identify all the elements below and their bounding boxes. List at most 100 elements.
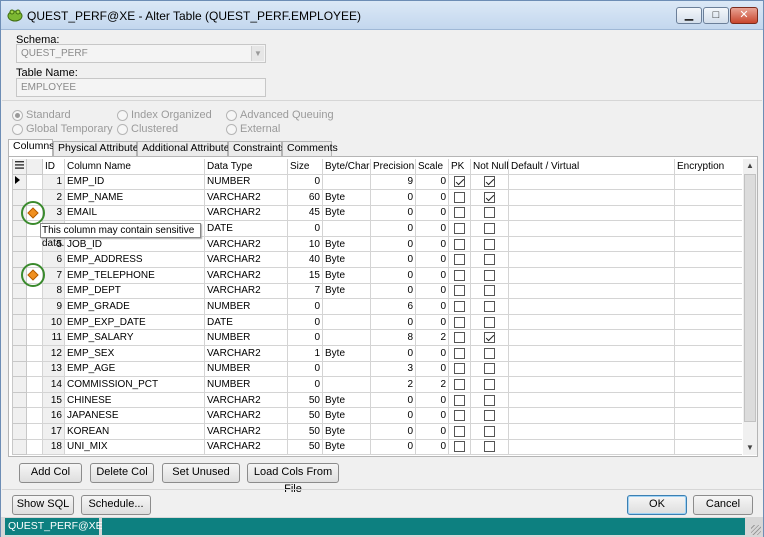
cell-column-name[interactable]: UNI_MIX	[64, 438, 205, 455]
cell-precision[interactable]: 0	[370, 423, 416, 440]
table-row[interactable]: 5JOB_IDVARCHAR210Byte00	[12, 235, 742, 253]
cell-encryption[interactable]	[674, 267, 742, 284]
cell-size[interactable]: 0	[287, 329, 323, 347]
cell-precision[interactable]: 6	[370, 298, 416, 315]
cell-column-name[interactable]: EMP_DEPT	[64, 282, 205, 300]
cell-byte-char[interactable]	[322, 329, 371, 347]
cell-default-virtual[interactable]	[508, 235, 675, 253]
pk-checkbox[interactable]	[454, 176, 465, 188]
cell-data-type[interactable]: VARCHAR2	[204, 438, 288, 455]
cell-id[interactable]: 17	[42, 423, 65, 440]
cell-id[interactable]: 14	[42, 376, 65, 393]
cell-default-virtual[interactable]	[508, 360, 675, 378]
row-indicator[interactable]	[12, 360, 27, 378]
cell-precision[interactable]: 2	[370, 376, 416, 393]
grid-menu-icon[interactable]	[12, 159, 27, 175]
cell-column-name[interactable]: EMP_TELEPHONE	[64, 267, 205, 284]
cell-precision[interactable]: 0	[370, 267, 416, 284]
cell-column-name[interactable]: JOB_ID	[64, 235, 205, 253]
cell-id[interactable]: 10	[42, 313, 65, 331]
cell-precision[interactable]: 0	[370, 189, 416, 206]
header-id[interactable]: ID	[42, 159, 65, 175]
cell-column-name[interactable]: EMP_GRADE	[64, 298, 205, 315]
header-encryption[interactable]: Encryption	[674, 159, 742, 175]
cell-byte-char[interactable]: Byte	[322, 423, 371, 440]
cell-byte-char[interactable]: Byte	[322, 438, 371, 455]
not-null-checkbox[interactable]	[484, 254, 495, 266]
cell-size[interactable]: 10	[287, 235, 323, 253]
cell-default-virtual[interactable]	[508, 391, 675, 409]
cell-id[interactable]: 16	[42, 407, 65, 424]
cell-default-virtual[interactable]	[508, 251, 675, 269]
cell-precision[interactable]: 0	[370, 220, 416, 237]
cell-id[interactable]: 13	[42, 360, 65, 378]
cell-column-name[interactable]: EMP_EXP_DATE	[64, 313, 205, 331]
cell-precision[interactable]: 0	[370, 313, 416, 331]
cell-data-type[interactable]: VARCHAR2	[204, 423, 288, 440]
cell-precision[interactable]: 9	[370, 173, 416, 191]
cell-precision[interactable]: 0	[370, 251, 416, 269]
cell-encryption[interactable]	[674, 391, 742, 409]
cell-size[interactable]: 0	[287, 298, 323, 315]
cell-encryption[interactable]	[674, 189, 742, 206]
cell-scale[interactable]: 0	[415, 360, 449, 378]
cell-data-type[interactable]: VARCHAR2	[204, 345, 288, 362]
cell-byte-char[interactable]	[322, 360, 371, 378]
pk-checkbox[interactable]	[454, 410, 465, 422]
table-row[interactable]: 9 EMP_GRADE NUMBER 0 6 0	[12, 298, 742, 315]
cell-size[interactable]: 0	[287, 376, 323, 393]
cell-default-virtual[interactable]	[508, 407, 675, 424]
schema-combo[interactable]: QUEST_PERF ▼	[16, 44, 266, 63]
cell-column-name[interactable]: EMP_SEX	[64, 345, 205, 362]
not-null-checkbox[interactable]	[484, 332, 495, 344]
table-row[interactable]: 7 EMP_TELEPHONE VARCHAR2 15 Byte 0 0	[12, 267, 742, 284]
cell-encryption[interactable]	[674, 282, 742, 300]
cell-precision[interactable]: 0	[370, 204, 416, 222]
cell-default-virtual[interactable]	[508, 298, 675, 315]
pk-checkbox[interactable]	[454, 363, 465, 375]
cell-scale[interactable]: 2	[415, 329, 449, 347]
cell-data-type[interactable]: NUMBER	[204, 329, 288, 347]
table-row[interactable]: 14 COMMISSION_PCT NUMBER 0 2 2	[12, 376, 742, 393]
cell-data-type[interactable]: VARCHAR2	[204, 235, 288, 253]
cell-default-virtual[interactable]	[508, 345, 675, 362]
cell-scale[interactable]: 0	[415, 407, 449, 424]
sensitive-data-icon[interactable]	[21, 263, 45, 287]
cell-encryption[interactable]	[674, 329, 742, 347]
pk-checkbox[interactable]	[454, 332, 465, 344]
table-row[interactable]: 18 UNI_MIX VARCHAR2 50 Byte 0 0	[12, 438, 742, 455]
schedule-button[interactable]: Schedule...	[81, 495, 151, 515]
cell-column-name[interactable]: EMP_NAME	[64, 189, 205, 206]
cell-byte-char[interactable]: Byte	[322, 345, 371, 362]
not-null-checkbox[interactable]	[484, 176, 495, 188]
table-row[interactable]: 10 EMP_EXP_DATE DATE 0 0 0	[12, 313, 742, 331]
cell-default-virtual[interactable]	[508, 438, 675, 455]
cell-encryption[interactable]	[674, 220, 742, 237]
cell-encryption[interactable]	[674, 360, 742, 378]
row-indicator[interactable]	[12, 173, 27, 191]
scroll-down-icon[interactable]: ▼	[743, 441, 757, 455]
not-null-checkbox[interactable]	[484, 207, 495, 219]
not-null-checkbox[interactable]	[484, 316, 495, 328]
cell-id[interactable]: 6	[42, 251, 65, 269]
cell-encryption[interactable]	[674, 173, 742, 191]
cell-default-virtual[interactable]	[508, 423, 675, 440]
cell-scale[interactable]: 0	[415, 313, 449, 331]
pk-checkbox[interactable]	[454, 191, 465, 203]
cell-data-type[interactable]: NUMBER	[204, 298, 288, 315]
cell-precision[interactable]: 0	[370, 438, 416, 455]
cell-column-name[interactable]: EMP_AGE	[64, 360, 205, 378]
cell-column-name[interactable]: COMMISSION_PCT	[64, 376, 205, 393]
ok-button[interactable]: OK	[627, 495, 687, 515]
cell-size[interactable]: 50	[287, 407, 323, 424]
table-row[interactable]: 8 EMP_DEPT VARCHAR2 7 Byte 0 0	[12, 282, 742, 300]
tab-additional-attributes[interactable]: Additional Attributes	[137, 141, 235, 156]
cell-encryption[interactable]	[674, 345, 742, 362]
cell-size[interactable]: 60	[287, 189, 323, 206]
cell-byte-char[interactable]: Byte	[322, 391, 371, 409]
not-null-checkbox[interactable]	[484, 394, 495, 406]
cell-encryption[interactable]	[674, 235, 742, 253]
cell-column-name[interactable]: EMP_ADDRESS	[64, 251, 205, 269]
cell-column-name[interactable]: EMP_SALARY	[64, 329, 205, 347]
header-not-null[interactable]: Not Null	[470, 159, 509, 175]
